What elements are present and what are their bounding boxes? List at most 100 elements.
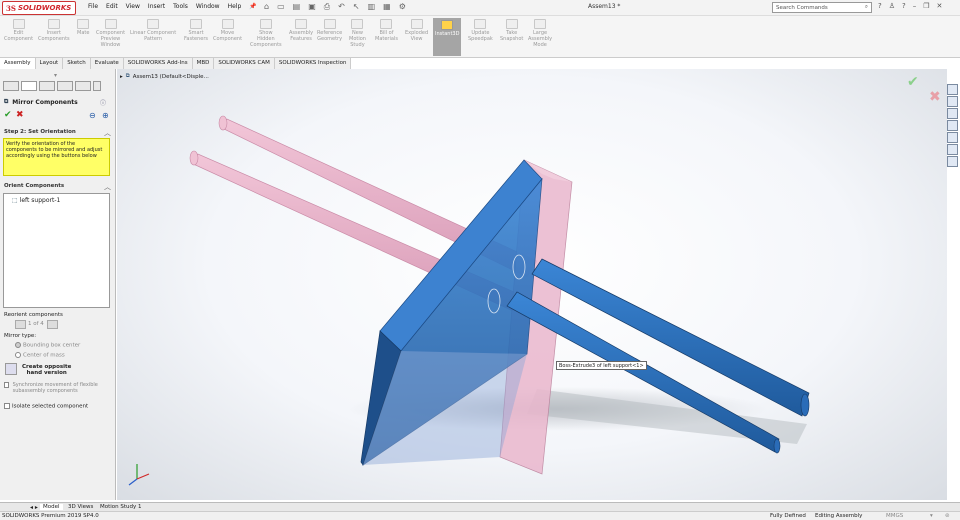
quick-access-toolbar: ⌂ ▭ ▤ ▣ ⎙ ↶ ↖ ▥ ▦ ⚙ bbox=[264, 2, 406, 12]
list-item[interactable]: ⬚ left support-1 bbox=[12, 197, 60, 204]
menu-tools[interactable]: Tools bbox=[173, 3, 188, 10]
restore-icon[interactable]: ❐ bbox=[923, 2, 929, 10]
step-collapse-icon[interactable]: ︿ bbox=[104, 128, 111, 138]
blue-rod-upper-end bbox=[800, 393, 810, 417]
user-icon[interactable]: ♙ bbox=[889, 2, 895, 10]
orient-components-list[interactable]: ⬚ left support-1 bbox=[3, 193, 110, 308]
tab-addins[interactable]: SOLIDWORKS Add-Ins bbox=[123, 58, 193, 69]
help-icon[interactable]: ? bbox=[878, 2, 882, 10]
bounding-box-radio[interactable]: Bounding box center bbox=[15, 342, 80, 349]
design-library-icon[interactable] bbox=[947, 96, 958, 107]
feature-manager-tab[interactable] bbox=[3, 81, 19, 91]
tab-layout[interactable]: Layout bbox=[35, 58, 64, 69]
sync-checkbox[interactable]: Synchronize movement of flexible subasse… bbox=[4, 382, 112, 394]
minimize-icon[interactable]: – bbox=[913, 2, 917, 10]
reorient-next-button[interactable] bbox=[47, 320, 58, 329]
take-snapshot-button[interactable]: Take Snapshot bbox=[500, 19, 523, 42]
display-manager-tab[interactable] bbox=[75, 81, 91, 91]
model-canvas[interactable] bbox=[117, 69, 947, 500]
large-assembly-button[interactable]: Large Assembly Mode bbox=[528, 19, 552, 48]
move-component-button[interactable]: Move Component bbox=[213, 19, 242, 42]
mate-button[interactable]: Mate bbox=[77, 19, 89, 36]
menu-insert[interactable]: Insert bbox=[148, 3, 165, 10]
orient-collapse-icon[interactable]: ︿ bbox=[104, 182, 111, 192]
property-manager-tab[interactable] bbox=[21, 81, 37, 91]
tab-sketch[interactable]: Sketch bbox=[63, 58, 91, 69]
tab-mbd[interactable]: MBD bbox=[192, 58, 215, 69]
question-icon[interactable]: ? bbox=[902, 2, 906, 10]
close-icon[interactable]: ✕ bbox=[937, 2, 943, 10]
file-properties-icon[interactable]: ▦ bbox=[383, 2, 391, 12]
menu-help[interactable]: Help bbox=[228, 3, 242, 10]
edit-component-button[interactable]: Edit Component bbox=[4, 19, 33, 42]
select-icon[interactable]: ↖ bbox=[353, 2, 360, 12]
mirror-type-label: Mirror type: bbox=[4, 333, 37, 339]
ribbon-label: Insert Components bbox=[38, 30, 70, 42]
linear-pattern-button[interactable]: Linear Component Pattern bbox=[130, 19, 176, 42]
reorient-prev-button[interactable] bbox=[15, 320, 26, 329]
solidworks-resources-icon[interactable] bbox=[947, 84, 958, 95]
update-speedpak-button[interactable]: Update Speedpak bbox=[468, 19, 493, 42]
tab-inspection[interactable]: SOLIDWORKS Inspection bbox=[274, 58, 352, 69]
tab-cam[interactable]: SOLIDWORKS CAM bbox=[214, 58, 275, 69]
smart-fasteners-button[interactable]: Smart Fasteners bbox=[184, 19, 208, 42]
status-options-icon[interactable]: ⊚ bbox=[945, 513, 950, 519]
help-circle-icon[interactable]: ⓘ bbox=[100, 98, 106, 107]
insert-components-button[interactable]: Insert Components bbox=[38, 19, 70, 42]
search-icon[interactable]: ⌕ bbox=[865, 4, 868, 11]
file-explorer-icon[interactable] bbox=[947, 108, 958, 119]
tab-3d-views[interactable]: 3D Views bbox=[68, 504, 93, 510]
custom-properties-icon[interactable] bbox=[947, 144, 958, 155]
component-preview-button[interactable]: Component Preview Window bbox=[96, 19, 125, 48]
graphics-area[interactable]: ▸ ⧉ Assem13 (Default<Disple... ⌕ ⌕ ↶ ◩ ◈… bbox=[117, 69, 947, 500]
view-palette-icon[interactable] bbox=[947, 120, 958, 131]
ok-check-icon[interactable]: ✔ bbox=[4, 110, 12, 120]
center-of-mass-radio[interactable]: Center of mass bbox=[15, 352, 65, 359]
status-editing: Editing Assembly bbox=[815, 513, 863, 519]
save-icon[interactable]: ▣ bbox=[308, 2, 316, 12]
search-placeholder: Search Commands bbox=[776, 4, 828, 11]
instant3d-button[interactable]: Instant3D bbox=[433, 18, 462, 56]
tab-model[interactable]: Model bbox=[40, 504, 63, 510]
bill-of-materials-button[interactable]: Bill of Materials bbox=[375, 19, 398, 42]
tab-motion-study[interactable]: Motion Study 1 bbox=[100, 504, 142, 510]
reference-geometry-button[interactable]: Reference Geometry bbox=[317, 19, 342, 42]
home-icon[interactable]: ⌂ bbox=[264, 2, 269, 12]
solidworks-logo[interactable]: 3S SOLIDWORKS bbox=[2, 1, 76, 15]
new-document-icon[interactable]: ▭ bbox=[277, 2, 285, 12]
tab-assembly[interactable]: Assembly bbox=[0, 58, 36, 69]
exploded-view-button[interactable]: Exploded View bbox=[405, 19, 428, 42]
create-opposite-hand-icon[interactable] bbox=[5, 363, 17, 375]
search-commands-input[interactable]: Search Commands ⌕ bbox=[772, 2, 872, 13]
next-arrow-icon[interactable]: ⊕ bbox=[102, 111, 109, 120]
appearances-icon[interactable] bbox=[947, 132, 958, 143]
radio-icon bbox=[15, 352, 21, 358]
menu-view[interactable]: View bbox=[126, 3, 140, 10]
pink-rod-lower-end bbox=[189, 150, 199, 166]
configuration-manager-tab[interactable] bbox=[39, 81, 55, 91]
options-icon[interactable]: ⚙ bbox=[399, 2, 406, 12]
panel-collapse-arrow-icon[interactable]: ▾ bbox=[54, 72, 57, 79]
ribbon-label: Show Hidden Components bbox=[250, 30, 282, 48]
back-arrow-icon[interactable]: ⊖ bbox=[89, 111, 96, 120]
units-selector[interactable]: MMGS bbox=[886, 513, 903, 519]
open-icon[interactable]: ▤ bbox=[293, 2, 301, 12]
menu-window[interactable]: Window bbox=[196, 3, 220, 10]
tab-evaluate[interactable]: Evaluate bbox=[90, 58, 124, 69]
status-dropdown-icon[interactable]: ▾ bbox=[930, 513, 933, 519]
dimxpert-tab[interactable] bbox=[57, 81, 73, 91]
assembly-features-button[interactable]: Assembly Features bbox=[289, 19, 313, 42]
forum-icon[interactable] bbox=[947, 156, 958, 167]
new-motion-study-button[interactable]: New Motion Study bbox=[349, 19, 366, 48]
undo-icon[interactable]: ↶ bbox=[338, 2, 345, 12]
menu-edit[interactable]: Edit bbox=[106, 3, 118, 10]
print-icon[interactable]: ⎙ bbox=[324, 2, 330, 12]
pin-icon[interactable]: 📌 bbox=[249, 3, 256, 10]
cancel-x-icon[interactable]: ✖ bbox=[16, 110, 24, 120]
more-tabs-icon[interactable] bbox=[93, 81, 101, 91]
show-hidden-button[interactable]: Show Hidden Components bbox=[250, 19, 282, 48]
tab-nav-arrows[interactable]: ◂ ▸ bbox=[30, 504, 38, 511]
menu-file[interactable]: File bbox=[88, 3, 98, 10]
rebuild-icon[interactable]: ▥ bbox=[368, 2, 376, 12]
isolate-checkbox[interactable]: Isolate selected component bbox=[4, 403, 88, 410]
